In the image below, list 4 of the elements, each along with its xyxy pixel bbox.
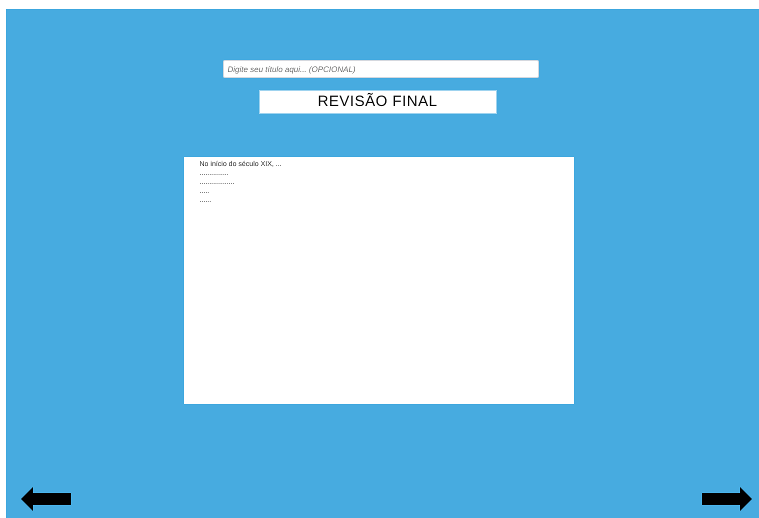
title-field[interactable]: Digite seu título aqui... (OPCIONAL) [222, 60, 538, 78]
heading: REVISÃO FINAL [258, 90, 496, 114]
back-arrow-icon[interactable] [20, 486, 72, 512]
forward-arrow-icon[interactable] [701, 486, 753, 512]
